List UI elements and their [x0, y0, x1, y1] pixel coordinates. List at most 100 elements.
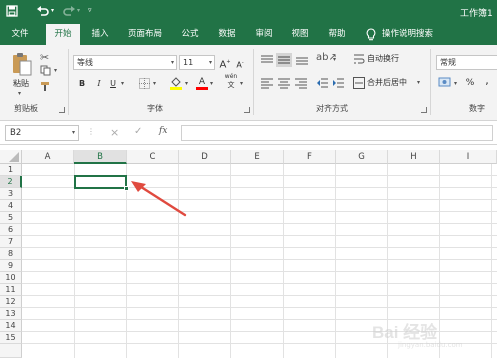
column-header-f[interactable]: F [284, 150, 336, 164]
number-format-select[interactable]: 常规 [436, 55, 497, 70]
phonetic-button[interactable]: wén 文 [223, 73, 239, 89]
column-header-g[interactable]: G [336, 150, 388, 164]
column-header-e[interactable]: E [231, 150, 284, 164]
tab-view[interactable]: 视图 [286, 24, 314, 45]
comma-style-button[interactable]: , [482, 73, 492, 89]
paste-dropdown-icon[interactable]: ▾ [18, 90, 21, 97]
underline-button[interactable]: U [107, 76, 119, 92]
enter-icon[interactable]: ✓ [134, 126, 142, 137]
decrease-indent-icon[interactable] [316, 77, 329, 89]
redo-dropdown-icon: ▾ [77, 7, 81, 14]
font-name-select[interactable]: 等线 ▾ [73, 55, 177, 70]
group-separator [253, 49, 254, 115]
insert-function-button[interactable]: fx [159, 126, 167, 136]
gridline [22, 283, 497, 284]
gridline [22, 223, 497, 224]
font-color-dropdown-icon[interactable]: ▾ [210, 80, 213, 87]
row-header-7[interactable]: 7 [0, 236, 22, 248]
column-header-a[interactable]: A [22, 150, 74, 164]
row-header-5[interactable]: 5 [0, 212, 22, 224]
row-header-12[interactable]: 12 [0, 296, 22, 308]
align-right-icon[interactable] [294, 77, 308, 89]
align-center-icon[interactable] [277, 77, 291, 89]
copy-dropdown-icon[interactable]: ▾ [54, 67, 57, 74]
bold-button[interactable]: B [76, 76, 88, 92]
column-header-i[interactable]: I [440, 150, 497, 164]
gridline [283, 164, 284, 358]
row-header-16[interactable] [0, 344, 22, 358]
borders-icon[interactable] [139, 78, 150, 89]
increase-indent-icon[interactable] [332, 77, 345, 89]
row-header-3[interactable]: 3 [0, 188, 22, 200]
row-header-11[interactable]: 11 [0, 284, 22, 296]
format-painter-icon[interactable] [40, 81, 51, 92]
font-dialog-launcher[interactable] [244, 107, 250, 113]
gridline [22, 247, 497, 248]
font-size-select[interactable]: 11 ▾ [179, 55, 215, 70]
tab-page-layout[interactable]: 页面布局 [122, 24, 168, 45]
row-header-4[interactable]: 4 [0, 200, 22, 212]
column-header-h[interactable]: H [388, 150, 440, 164]
grow-font-button[interactable]: A+ [219, 54, 231, 70]
percent-style-button[interactable]: % [464, 75, 476, 91]
wrap-text-icon[interactable] [353, 53, 365, 65]
clipboard-group-label: 剪贴板 [14, 104, 38, 113]
column-header-c[interactable]: C [127, 150, 179, 164]
undo-dropdown-icon[interactable]: ▾ [51, 7, 54, 14]
accounting-dropdown-icon[interactable]: ▾ [454, 80, 457, 87]
align-middle-icon[interactable] [276, 53, 292, 67]
row-header-9[interactable]: 9 [0, 260, 22, 272]
merge-center-icon[interactable] [353, 77, 365, 89]
tab-formulas[interactable]: 公式 [176, 24, 204, 45]
paste-icon[interactable] [11, 52, 33, 76]
tell-me-search[interactable]: 操作说明搜索 [382, 24, 442, 45]
chevron-down-icon: ▾ [208, 59, 212, 66]
merge-center-button[interactable]: 合并后居中 [367, 75, 413, 91]
align-top-icon[interactable] [260, 54, 274, 66]
row-header-8[interactable]: 8 [0, 248, 22, 260]
gridline [22, 295, 497, 296]
phonetic-dropdown-icon[interactable]: ▾ [240, 80, 243, 87]
borders-dropdown-icon[interactable]: ▾ [153, 80, 156, 87]
italic-button[interactable]: I [93, 76, 105, 92]
alignment-dialog-launcher[interactable] [421, 107, 427, 113]
formula-input[interactable] [181, 125, 493, 141]
customize-qat-icon[interactable]: ▿ [88, 6, 92, 14]
save-icon[interactable] [6, 5, 18, 17]
select-all-button[interactable] [0, 150, 22, 164]
tab-file[interactable]: 文件 [6, 24, 34, 45]
row-header-1[interactable]: 1 [0, 164, 22, 176]
tab-insert[interactable]: 插入 [86, 24, 114, 45]
tab-review[interactable]: 审阅 [250, 24, 278, 45]
font-color-button[interactable]: A [196, 74, 208, 90]
align-left-icon[interactable] [260, 77, 274, 89]
active-cell-b2[interactable] [74, 175, 127, 189]
row-header-13[interactable]: 13 [0, 308, 22, 320]
merge-dropdown-icon[interactable]: ▾ [417, 79, 420, 86]
row-header-2[interactable]: 2 [0, 176, 22, 188]
accounting-format-icon[interactable] [438, 76, 452, 88]
underline-dropdown-icon[interactable]: ▾ [121, 80, 124, 87]
row-header-10[interactable]: 10 [0, 272, 22, 284]
row-header-6[interactable]: 6 [0, 224, 22, 236]
clipboard-dialog-launcher[interactable] [59, 107, 65, 113]
shrink-font-button[interactable]: A- [234, 55, 246, 71]
align-bottom-icon[interactable] [295, 54, 309, 66]
tab-help[interactable]: 帮助 [323, 24, 351, 45]
tab-data[interactable]: 数据 [213, 24, 241, 45]
copy-icon[interactable] [40, 65, 51, 76]
row-header-14[interactable]: 14 [0, 320, 22, 332]
undo-icon[interactable] [36, 5, 50, 17]
title-bar: ▾ ▾ ▿ 工作簿1 [0, 0, 497, 24]
row-header-15[interactable]: 15 [0, 332, 22, 344]
column-header-b[interactable]: B [74, 150, 127, 164]
fill-color-icon[interactable] [170, 76, 182, 90]
tab-home[interactable]: 开始 [46, 24, 80, 45]
column-header-d[interactable]: D [179, 150, 231, 164]
cut-icon[interactable]: ✂ [40, 51, 49, 64]
wrap-text-button[interactable]: 自动换行 [367, 51, 407, 67]
name-box[interactable]: B2 ▾ [5, 125, 79, 141]
cancel-icon[interactable]: × [110, 126, 119, 139]
fill-color-dropdown-icon[interactable]: ▾ [185, 80, 188, 87]
orientation-dropdown-icon[interactable]: ▾ [333, 56, 336, 63]
